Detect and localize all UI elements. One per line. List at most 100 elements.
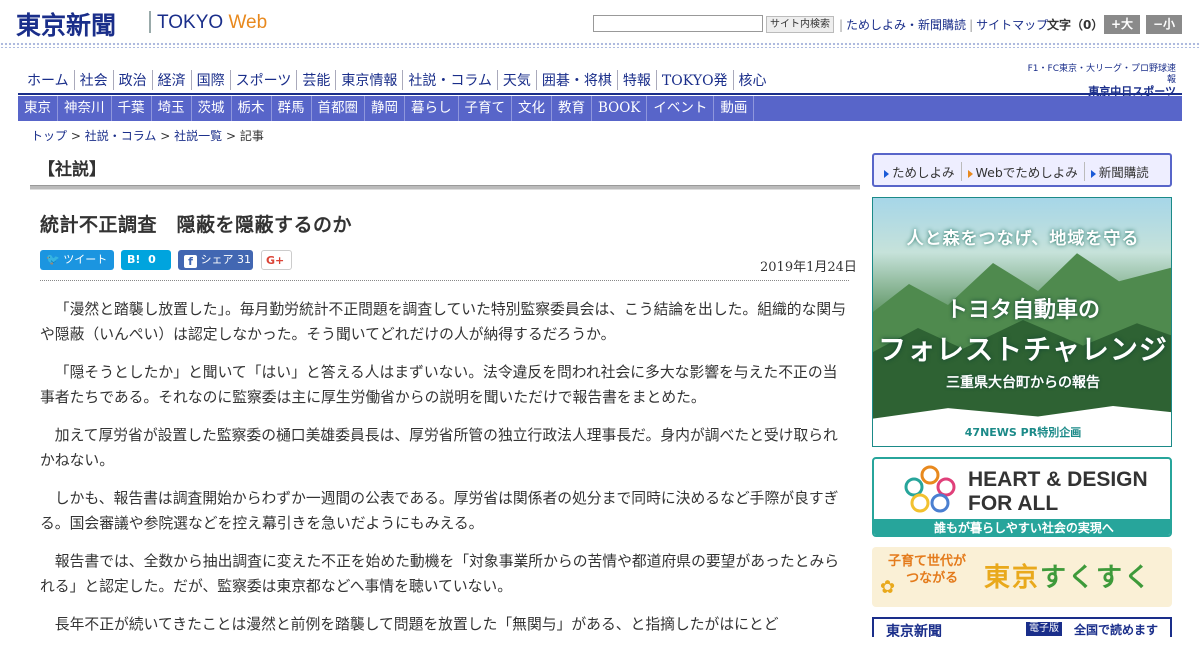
breadcrumb-top[interactable]: トップ	[31, 129, 67, 143]
site-search-button[interactable]: サイト内検索	[766, 16, 834, 33]
text-size-label: 文字（0）	[1047, 18, 1104, 32]
main-nav-item[interactable]: スポーツ	[231, 70, 298, 90]
tokyo-sukusuku-ad[interactable]: 子育て世代が つながる ✿ 東京すくすく	[872, 547, 1172, 607]
ad-tokyo-logo: 東京新聞	[886, 624, 942, 637]
sub-nav-item[interactable]: 教育	[552, 96, 592, 121]
logo-web-text: Web	[228, 12, 268, 33]
main-nav-item[interactable]: 国際	[192, 70, 231, 90]
breadcrumb-editorial-column[interactable]: 社説・コラム	[85, 129, 157, 143]
flower-logo-icon	[904, 465, 956, 513]
web-trial-read-button[interactable]: Webでためしよみ	[966, 162, 1085, 181]
article-paragraph: 報告書では、全数から抽出調査に変えた不正を始めた動機を「対象事業所からの苦情や都…	[40, 553, 840, 595]
tokyo-shimbun-digital-ad[interactable]: 東京新聞 電子版 全国で読めます	[872, 617, 1172, 637]
ad-heart-caption: 誰もが暮らしやすい社会の実現へ	[874, 519, 1170, 535]
main-nav-item[interactable]: 芸能	[297, 70, 337, 90]
sub-nav-item[interactable]: 埼玉	[152, 96, 192, 121]
trial-subscribe-link[interactable]: ためしよみ・新聞購読	[846, 18, 966, 32]
main-nav-item[interactable]: 囲碁・将棋	[537, 70, 618, 90]
sub-nav-item[interactable]: 神奈川	[58, 96, 112, 121]
sub-nav-item[interactable]: 文化	[512, 96, 552, 121]
link-separator: |	[969, 18, 974, 32]
ad-forest-credit: 47NEWS PR特別企画	[964, 426, 1082, 439]
tokyo-web-logo[interactable]: TOKYO Web	[157, 12, 267, 34]
search-input[interactable]	[593, 15, 763, 32]
sitemap-link[interactable]: サイトマップ	[976, 18, 1048, 32]
ad-kids-tagline: 子育て世代が つながる	[888, 553, 966, 587]
sub-nav-item[interactable]: 子育て	[459, 96, 512, 121]
section-rule	[30, 185, 860, 190]
text-size-up-button[interactable]: +大	[1104, 15, 1140, 34]
hatena-count: 0	[148, 253, 156, 266]
site-logo[interactable]: 東京新聞	[16, 6, 116, 42]
breadcrumb-separator: >	[225, 129, 236, 143]
ad-tokyo-tag: 電子版	[1026, 622, 1062, 636]
logo-tokyo-text: TOKYO	[157, 12, 224, 33]
heart-design-ad[interactable]: HEART & DESIGN FOR ALL 誰もが暮らしやすい社会の実現へ	[872, 457, 1172, 537]
sub-nav-item[interactable]: 東京	[18, 96, 58, 121]
text-size-down-button[interactable]: −小	[1146, 15, 1182, 34]
article-paragraph: しかも、報告書は調査開始からわずか一週間の公表である。厚労省は関係者の処分まで同…	[40, 490, 839, 532]
sub-nav-item[interactable]: 静岡	[365, 96, 405, 121]
ad-kids-brand-b: すくすく	[1040, 563, 1153, 593]
breadcrumb-separator: >	[70, 129, 81, 143]
main-nav-item[interactable]: 東京情報	[336, 70, 404, 90]
ad-kids-tagline2: つながる	[906, 571, 959, 586]
web-trial-read-label: Webでためしよみ	[975, 165, 1078, 180]
main-nav-item[interactable]: 天気	[498, 70, 537, 90]
ad-kids-brand-a: 東京	[984, 563, 1041, 593]
sub-nav-item[interactable]: 千葉	[112, 96, 152, 121]
logo-divider	[149, 11, 151, 33]
main-nav-item[interactable]: 社説・コラム	[403, 70, 498, 90]
sub-nav-item[interactable]: 動画	[714, 96, 755, 121]
main-nav-item[interactable]: 社会	[75, 70, 114, 90]
arrow-right-icon	[1090, 169, 1096, 178]
main-nav-item[interactable]: TOKYO発	[657, 70, 734, 90]
ad-kids-tagline1: 子育て世代が	[888, 554, 967, 569]
ad-forest-subtitle: 三重県大台町からの報告	[946, 375, 1100, 391]
subscribe-label: 新聞購読	[1098, 165, 1149, 180]
section-title: 【社説】	[38, 160, 106, 180]
sub-nav-item[interactable]: BOOK	[592, 96, 648, 121]
sub-nav-item[interactable]: 暮らし	[405, 96, 459, 121]
sub-nav-item[interactable]: 群馬	[272, 96, 312, 121]
arrow-right-icon	[967, 169, 973, 178]
breadcrumb: トップ > 社説・コラム > 社説一覧 > 記事	[31, 127, 264, 144]
flower-icon: ✿	[880, 577, 896, 598]
ad-tokyo-text: 全国で読めます	[1074, 623, 1159, 637]
facebook-icon: f	[184, 255, 197, 268]
ad-forest-title: フォレストチャレンジ	[878, 333, 1168, 366]
breadcrumb-separator: >	[160, 129, 171, 143]
header-links: | ためしよみ・新聞購読 | サイトマップ	[836, 16, 1048, 33]
nav-divider	[18, 93, 1182, 95]
main-nav-item[interactable]: 核心	[734, 70, 772, 90]
article-title: 統計不正調査 隠蔽を隠蔽するのか	[40, 214, 353, 236]
hatena-bookmark-button[interactable]: B! 0	[121, 250, 171, 270]
sub-nav-item[interactable]: 首都圏	[312, 96, 365, 121]
ad-heart-line2: FOR ALL	[968, 492, 1059, 515]
sub-nav-item[interactable]: 茨城	[192, 96, 232, 121]
main-nav-item[interactable]: 経済	[153, 70, 192, 90]
main-nav-item[interactable]: 政治	[114, 70, 153, 90]
main-nav-item[interactable]: ホーム	[22, 70, 75, 90]
trial-read-button[interactable]: ためしよみ	[882, 162, 962, 181]
facebook-share-button[interactable]: f シェア 31	[178, 250, 253, 270]
ad-heart-line1: HEART & DESIGN	[968, 468, 1148, 491]
tweet-button[interactable]: 🐦 ツイート	[40, 250, 114, 270]
forest-challenge-ad[interactable]: 人と森をつなげ、地域を守る トヨタ自動車の フォレストチャレンジ 三重県大台町か…	[872, 197, 1172, 447]
hatena-icon: B!	[127, 253, 141, 266]
ad-forest-arc-text: 人と森をつなげ、地域を守る	[906, 229, 1140, 249]
promo-line: F1・FC東京・大リーグ・プロ野球速報	[1027, 64, 1176, 85]
sub-nav: 東京 神奈川 千葉 埼玉 茨城 栃木 群馬 首都圏 静岡 暮らし 子育て 文化 教育 BOOK イベント 動画	[18, 96, 1182, 121]
breadcrumb-editorial-list[interactable]: 社説一覧	[174, 129, 222, 143]
facebook-share-count: 31	[237, 253, 251, 266]
article-paragraph: 「漫然と踏襲し放置した」。毎月勤労統計不正問題を調査していた特別監察委員会は、こ…	[40, 301, 846, 343]
sub-nav-item[interactable]: 栃木	[232, 96, 272, 121]
sub-nav-item[interactable]: イベント	[647, 96, 715, 121]
google-plus-button[interactable]: G+	[261, 250, 292, 270]
arrow-right-icon	[884, 169, 889, 178]
subscribe-button[interactable]: 新聞購読	[1089, 162, 1155, 181]
article-paragraph: 「隠そうとしたか」と聞いて「はい」と答える人はまずいない。法令違反を問われ社会に…	[40, 364, 838, 406]
main-nav-item[interactable]: 特報	[618, 70, 657, 90]
facebook-share-label: シェア	[200, 253, 234, 266]
link-separator: |	[839, 18, 844, 32]
